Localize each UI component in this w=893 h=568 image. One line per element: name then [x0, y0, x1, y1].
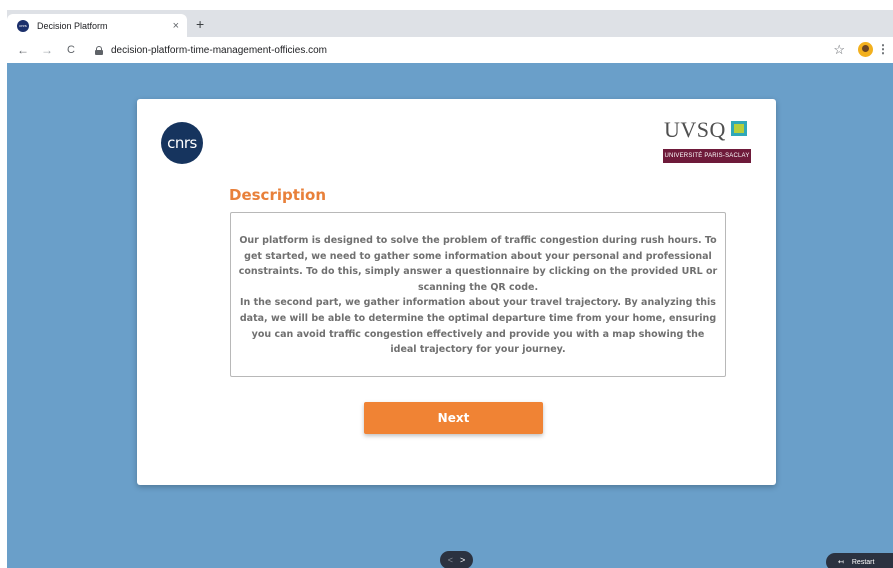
previous-slide-icon[interactable]: <	[448, 555, 453, 565]
bookmark-star-icon[interactable]: ☆	[833, 42, 845, 58]
restart-label: Restart	[851, 558, 875, 566]
back-arrow-icon[interactable]: ←	[15, 43, 31, 57]
uvsq-logo-band: UNIVERSITÉ PARIS-SACLAY	[663, 149, 751, 163]
cnrs-logo: cnrs	[161, 122, 203, 164]
description-paragraph-1: Our platform is designed to solve the pr…	[238, 235, 718, 293]
uvsq-logo-mark	[731, 121, 747, 136]
cnrs-favicon-icon: cnrs	[17, 19, 29, 32]
new-tab-icon[interactable]: +	[196, 16, 204, 32]
tab-title: Decision Platform	[37, 20, 108, 31]
lock-icon[interactable]	[95, 45, 103, 55]
uvsq-logo-text: UVSQ	[664, 117, 726, 142]
next-button[interactable]: Next	[364, 402, 543, 434]
restart-button[interactable]: ↤ Restart	[826, 553, 893, 568]
uvsq-logo: UVSQ UNIVERSITÉ PARIS-SACLAY	[663, 117, 753, 165]
next-slide-icon[interactable]: >	[460, 555, 465, 565]
restart-icon: ↤	[838, 559, 844, 566]
description-title: Description	[229, 186, 327, 204]
tab-close-icon[interactable]: ×	[173, 20, 179, 32]
slide-navigation: < >	[440, 551, 473, 568]
profile-avatar[interactable]	[858, 42, 873, 57]
browser-menu-icon[interactable]: ⋮	[877, 42, 889, 56]
description-card: cnrs UVSQ UNIVERSITÉ PARIS-SACLAY Descri…	[137, 99, 776, 485]
browser-toolbar: ← → C decision-platform-time-management-…	[7, 37, 893, 63]
address-bar-url[interactable]: decision-platform-time-management-offici…	[111, 45, 327, 56]
forward-arrow-icon[interactable]: →	[39, 43, 55, 57]
browser-tab[interactable]: cnrs Decision Platform ×	[7, 14, 187, 37]
description-paragraph-2: In the second part, we gather informatio…	[239, 297, 717, 356]
description-box: Our platform is designed to solve the pr…	[230, 212, 726, 377]
reload-icon[interactable]: C	[63, 44, 79, 56]
uvsq-band-text: UNIVERSITÉ PARIS-SACLAY	[664, 153, 750, 159]
left-edge	[0, 0, 7, 568]
page-background: cnrs UVSQ UNIVERSITÉ PARIS-SACLAY Descri…	[7, 63, 893, 568]
